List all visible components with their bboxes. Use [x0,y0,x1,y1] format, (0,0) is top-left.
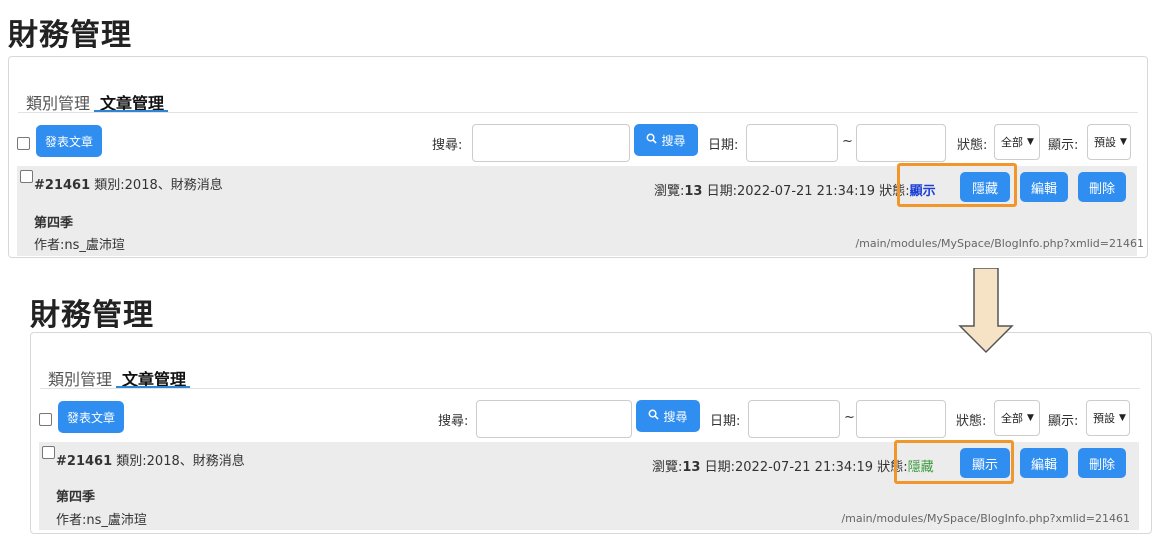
search-button[interactable]: 搜尋 [636,400,700,432]
chevron-down-icon: ▼ [1119,413,1126,423]
search-icon [648,409,660,423]
date-from-input[interactable] [746,124,838,162]
date-separator: ~ [844,410,855,425]
row-checkbox[interactable] [20,170,33,183]
edit-button[interactable]: 編輯 [1020,448,1068,478]
tab-category[interactable]: 類別管理 [26,90,90,114]
down-arrow-icon [958,268,1014,354]
date-to-input[interactable] [856,124,946,162]
search-label: 搜尋: [438,414,469,429]
article-category: 類別:2018、財務消息 [116,454,245,469]
chevron-down-icon: ▼ [1120,137,1127,147]
article-author: 作者:ns_盧沛瑄 [56,513,147,528]
status-filter-value: 全部 [1001,412,1023,425]
row-checkbox[interactable] [42,446,55,459]
article-path[interactable]: /main/modules/MySpace/BlogInfo.php?xmlid… [841,512,1130,525]
date-label: 日期: [708,138,739,153]
row-meta: 瀏覽:13 日期:2022-07-21 21:34:19 狀態:隱藏 [652,456,934,475]
status-filter-select[interactable]: 全部 ▼ [994,124,1040,160]
display-value: 預設 [1094,136,1116,149]
date-to-input[interactable] [856,400,946,438]
search-button-label: 搜尋 [661,133,686,148]
article-id: #21461 [56,454,113,469]
tab-divider [18,112,1138,113]
highlight-box [897,163,1017,207]
views-label: 瀏覽: [654,184,685,199]
select-all-checkbox[interactable] [17,137,30,150]
panel-before: 財務管理 類別管理 文章管理 發表文章 搜尋: 搜尋 日期: ~ 狀態: 全部 ▼… [0,0,1156,262]
page-title: 財務管理 [30,298,154,333]
highlight-box [894,440,1014,484]
delete-button[interactable]: 刪除 [1078,448,1126,478]
views-count: 13 [682,460,701,475]
page-title: 財務管理 [8,18,132,53]
date-from-input[interactable] [748,400,840,438]
search-button[interactable]: 搜尋 [634,124,698,156]
select-all-checkbox[interactable] [39,413,52,426]
chevron-down-icon: ▼ [1027,137,1034,147]
article-title[interactable]: 第四季 [34,212,73,231]
row-meta: 瀏覽:13 日期:2022-07-21 21:34:19 狀態:顯示 [654,180,936,199]
display-select[interactable]: 預設 ▼ [1086,400,1130,436]
search-input[interactable] [476,400,632,438]
article-path[interactable]: /main/modules/MySpace/BlogInfo.php?xmlid… [855,237,1144,250]
views-label: 瀏覽: [652,460,683,475]
article-date: 日期:2022-07-21 21:34:19 [704,460,874,475]
display-select[interactable]: 預設 ▼ [1087,124,1131,160]
search-icon [646,133,658,147]
article-category: 類別:2018、財務消息 [94,178,223,193]
display-label: 顯示: [1048,414,1079,429]
article-date: 日期:2022-07-21 21:34:19 [706,184,876,199]
display-label: 顯示: [1048,138,1079,153]
tab-category[interactable]: 類別管理 [48,366,112,390]
post-article-button[interactable]: 發表文章 [58,401,124,433]
row-header: #21461 類別:2018、財務消息 [34,174,223,193]
views-count: 13 [684,184,703,199]
delete-button[interactable]: 刪除 [1078,172,1126,202]
status-filter-label: 狀態: [956,414,987,429]
chevron-down-icon: ▼ [1027,413,1034,423]
date-label: 日期: [710,414,741,429]
post-article-button[interactable]: 發表文章 [36,125,102,157]
edit-button[interactable]: 編輯 [1020,172,1068,202]
status-filter-value: 全部 [1001,136,1023,149]
row-header: #21461 類別:2018、財務消息 [56,450,245,469]
tab-divider [40,388,1140,389]
display-value: 預設 [1093,412,1115,425]
article-author: 作者:ns_盧沛瑄 [34,238,125,253]
search-input[interactable] [472,124,630,162]
status-filter-select[interactable]: 全部 ▼ [994,400,1040,436]
date-separator: ~ [842,134,853,149]
article-title[interactable]: 第四季 [56,486,95,505]
search-button-label: 搜尋 [663,409,688,424]
search-label: 搜尋: [432,138,463,153]
article-id: #21461 [34,178,91,193]
status-filter-label: 狀態: [957,138,988,153]
